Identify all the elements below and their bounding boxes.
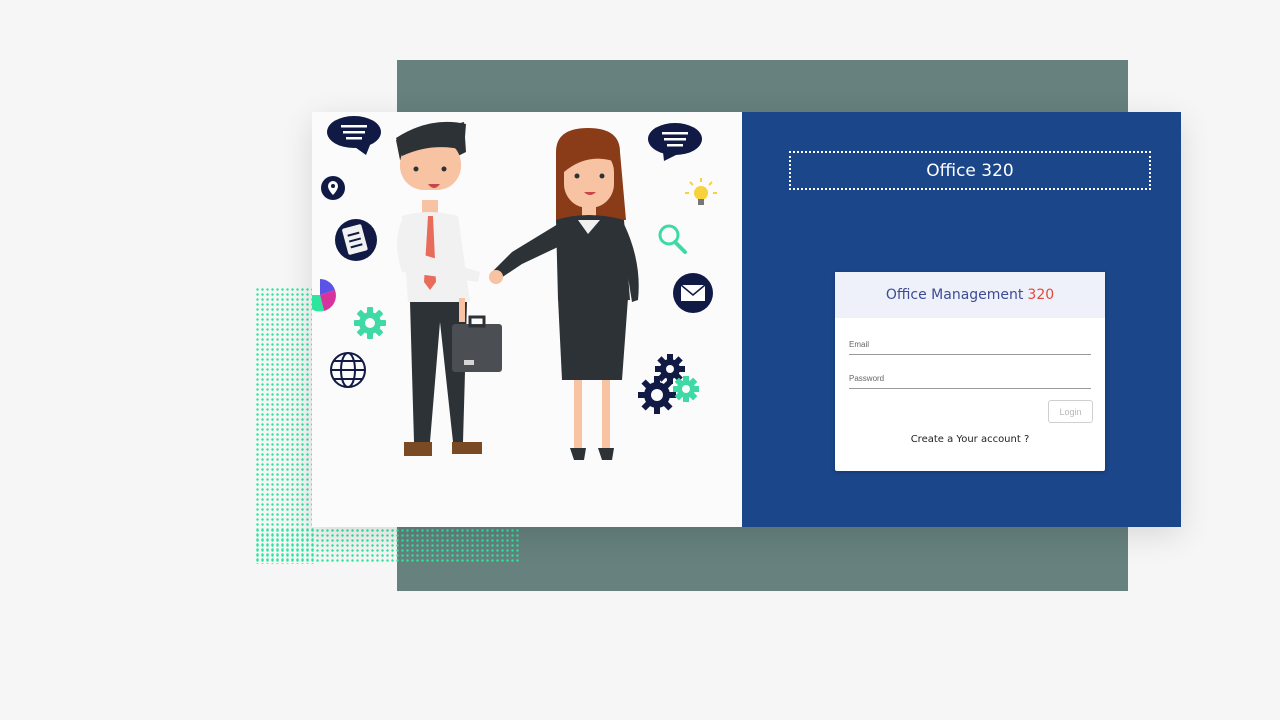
password-field[interactable]: Password bbox=[849, 374, 1091, 389]
businesswoman-figure bbox=[489, 128, 639, 460]
create-account-link[interactable]: Create a Your account ? bbox=[835, 434, 1105, 445]
login-heading: Office Management 320 bbox=[835, 272, 1105, 318]
dot-pattern-vertical bbox=[255, 287, 315, 564]
pie-chart-icon bbox=[312, 279, 336, 312]
email-label: Email bbox=[849, 340, 870, 349]
login-panel: Office 320 Office Management 320 Email P… bbox=[742, 112, 1181, 527]
globe-icon bbox=[330, 352, 366, 388]
login-form: Office Management 320 Email Password Log… bbox=[835, 272, 1105, 471]
speech-bubble-icon bbox=[327, 116, 381, 155]
location-pin-icon bbox=[321, 176, 345, 200]
login-card-container: Office 320 Office Management 320 Email P… bbox=[312, 112, 1181, 527]
login-button[interactable]: Login bbox=[1048, 400, 1093, 423]
lightbulb-icon bbox=[685, 178, 717, 205]
gear-icon bbox=[354, 307, 386, 339]
handshake-illustration bbox=[312, 112, 742, 527]
email-field[interactable]: Email bbox=[849, 340, 1091, 355]
login-heading-main: Office Management bbox=[885, 287, 1024, 303]
gears-icon bbox=[638, 354, 699, 414]
envelope-icon bbox=[673, 273, 713, 313]
password-label: Password bbox=[849, 374, 885, 383]
clipboard-icon bbox=[335, 219, 377, 261]
brand-title: Office 320 bbox=[926, 160, 1014, 181]
dot-pattern-horizontal bbox=[255, 528, 520, 564]
brand-box: Office 320 bbox=[789, 151, 1151, 190]
login-heading-number: 320 bbox=[1027, 287, 1055, 303]
magnifier-icon bbox=[658, 224, 687, 254]
businessman-figure bbox=[396, 121, 502, 456]
speech-bubble-icon bbox=[648, 123, 702, 161]
